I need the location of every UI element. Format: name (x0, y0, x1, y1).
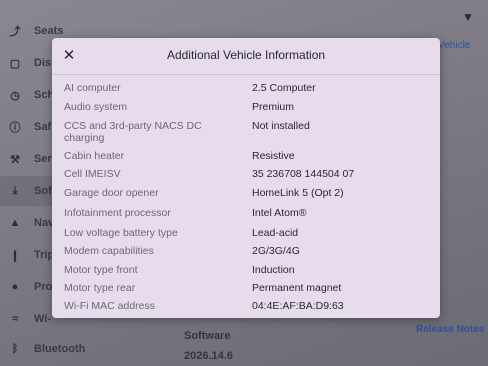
info-key: Audio system (64, 101, 128, 113)
info-key: Motor type front (64, 264, 138, 276)
info-key: Garage door opener (64, 187, 159, 199)
wifi-icon: ≈ (11, 313, 19, 325)
info-value: 2G/3G/4G (252, 245, 300, 257)
info-key: Motor type rear (64, 282, 136, 294)
info-key: Modem capabilities (64, 245, 154, 257)
profile-icon: ● (11, 281, 19, 293)
info-value: Lead-acid (252, 227, 299, 239)
sidebar-item-label: Sof (34, 185, 52, 197)
info-key: CCS and 3rd-party NACS DC charging (64, 120, 202, 144)
software-version: 2026.14.6 (184, 350, 233, 362)
info-value: 04:4E:AF:BA:D9:63 (252, 300, 344, 312)
dialog-header: ✕ Additional Vehicle Information (52, 38, 440, 75)
info-key: Low voltage battery type (64, 227, 178, 239)
sidebar-item-label: Dis (34, 57, 52, 69)
info-value: Not installed (252, 120, 310, 132)
sidebar-item-label: Seats (34, 25, 64, 37)
display-icon: ▢ (9, 57, 21, 70)
download-icon: ⤓ (12, 184, 18, 197)
sidebar-item-label: Ser (34, 153, 52, 165)
trips-icon: ❙ (10, 249, 20, 262)
schedule-icon: ◷ (10, 89, 20, 102)
wrench-icon: ⚒ (10, 153, 20, 166)
sidebar-item-label: Pro (34, 281, 53, 293)
info-value: Premium (252, 101, 295, 113)
info-value: Induction (252, 264, 295, 276)
software-title: Software (184, 330, 231, 342)
navigation-icon: ▲ (9, 217, 21, 229)
dialog-title: Additional Vehicle Information (166, 48, 326, 62)
info-key: Wi-Fi MAC address (64, 300, 156, 312)
info-key: Cell IMEISV (64, 168, 121, 180)
info-value: Intel Atom® (252, 207, 307, 219)
info-value: Resistive (252, 150, 295, 162)
info-value: 35 236708 144504 07 (252, 168, 355, 180)
additional-vehicle-info-dialog: ✕ Additional Vehicle Information AI comp… (52, 38, 440, 318)
settings-screen: ⤴ Seats ▢ Dis ◷ Sch ⓘ Saf ⚒ Ser ⤓ Sof ▲ … (0, 0, 488, 366)
info-value: HomeLink 5 (Opt 2) (252, 187, 344, 199)
info-key: AI computer (64, 82, 121, 94)
sidebar-item-label: Bluetooth (34, 343, 86, 355)
sidebar-item-label: Saf (34, 121, 52, 133)
info-value: Permanent magnet (252, 282, 342, 294)
safety-icon: ⓘ (9, 122, 21, 134)
info-key: Cabin heater (64, 150, 125, 162)
seat-icon: ⤴ (9, 26, 21, 38)
bookmark-icon[interactable]: ▼ (462, 10, 474, 24)
bluetooth-icon: ᛒ (11, 343, 19, 355)
sidebar-item-label: Wi- (34, 313, 52, 325)
release-notes-link[interactable]: Release Notes (416, 324, 484, 335)
info-key: Infotainment processor (64, 207, 171, 219)
sidebar-item-bluetooth[interactable]: ᛒ Bluetooth (0, 334, 180, 364)
info-value: 2.5 Computer (252, 82, 316, 94)
